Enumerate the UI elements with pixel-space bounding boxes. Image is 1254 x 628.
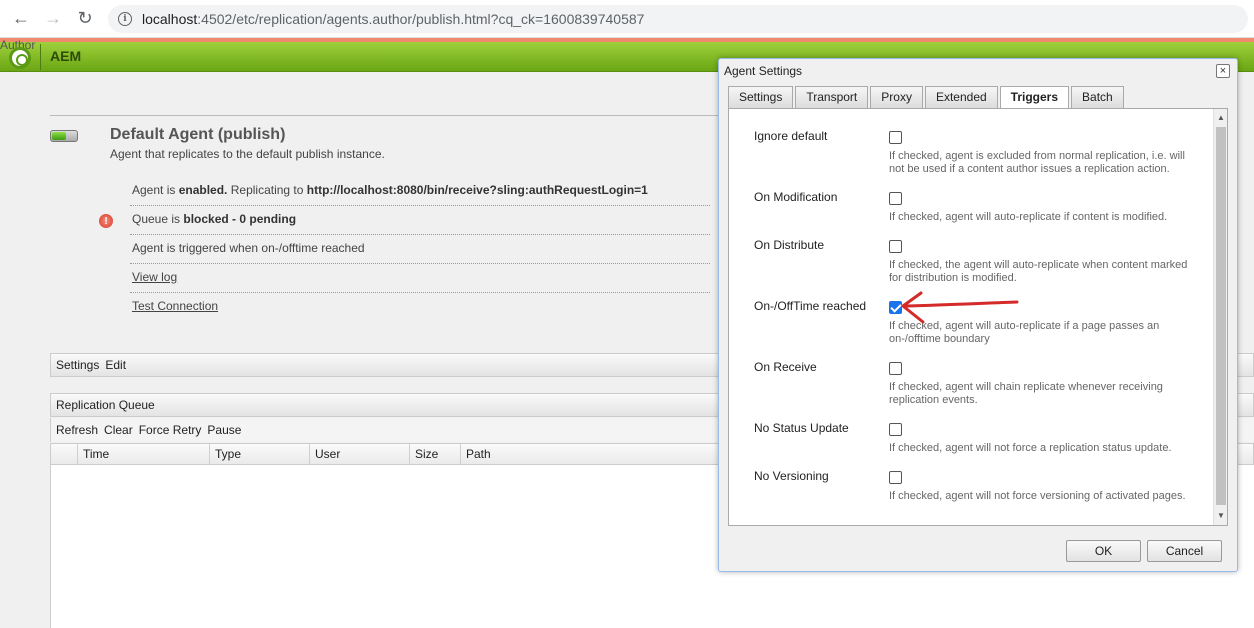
header-divider (40, 44, 41, 70)
field-hint: If checked, agent will chain replicate w… (889, 381, 1163, 406)
test-connection-link[interactable]: Test Connection (132, 299, 218, 313)
address-bar[interactable]: i localhost:4502/etc/replication/agents.… (108, 5, 1248, 33)
pause-button[interactable]: Pause (207, 423, 241, 437)
on-distribute-checkbox[interactable] (889, 240, 902, 253)
arrow-right-icon[interactable]: → (42, 8, 64, 30)
queue-status: Queue is blocked - 0 pending (132, 212, 297, 226)
field-hint: If checked, agent is excluded from norma… (889, 150, 1185, 175)
column-header-time[interactable]: Time (77, 444, 209, 465)
divider (130, 205, 710, 206)
scroll-down-icon[interactable]: ▼ (1217, 511, 1225, 520)
view-log-link[interactable]: View log (132, 270, 177, 284)
tab-triggers[interactable]: Triggers (999, 86, 1070, 109)
column-header-path[interactable]: Path (460, 444, 720, 465)
tab-transport[interactable]: Transport (795, 86, 869, 108)
on-modification-checkbox[interactable] (889, 192, 902, 205)
column-header-user[interactable]: User (309, 444, 409, 465)
reload-icon[interactable]: ↻ (74, 8, 96, 30)
replication-status: Agent is enabled. Replicating to http://… (132, 183, 648, 197)
app-title[interactable]: AEM (50, 48, 81, 64)
field-label: No Status Update (754, 421, 849, 435)
field-hint: If checked, agent will not force a repli… (889, 442, 1172, 454)
browser-toolbar: ← → ↻ i localhost:4502/etc/replication/a… (0, 0, 1254, 38)
field-label: On Receive (754, 360, 817, 374)
vertical-scrollbar[interactable]: ▲ ▼ (1213, 109, 1227, 525)
field-label: On Modification (754, 190, 838, 204)
close-icon[interactable]: × (1216, 64, 1230, 78)
divider (130, 234, 710, 235)
force-retry-button[interactable]: Force Retry (139, 423, 202, 437)
ignore-default-checkbox[interactable] (889, 131, 902, 144)
refresh-button[interactable]: Refresh (56, 423, 98, 437)
divider (130, 263, 710, 264)
scrollbar-thumb[interactable] (1216, 127, 1226, 505)
tab-proxy[interactable]: Proxy (870, 86, 923, 108)
dialog-title: Agent Settings (724, 64, 803, 78)
divider (50, 115, 720, 116)
url-text: localhost:4502/etc/replication/agents.au… (142, 11, 645, 27)
aem-logo-icon[interactable] (9, 47, 31, 69)
field-label: On-/OffTime reached (754, 299, 867, 313)
settings-button[interactable]: Settings (56, 358, 99, 372)
on-receive-checkbox[interactable] (889, 362, 902, 375)
column-header-size[interactable]: Size (409, 444, 460, 465)
field-hint: If checked, agent will not force version… (889, 490, 1186, 502)
field-label: No Versioning (754, 469, 829, 483)
no-status-update-checkbox[interactable] (889, 423, 902, 436)
column-header-type[interactable]: Type (209, 444, 309, 465)
scroll-up-icon[interactable]: ▲ (1217, 113, 1225, 122)
field-hint: If checked, the agent will auto-replicat… (889, 259, 1188, 284)
cancel-button[interactable]: Cancel (1147, 540, 1222, 562)
field-label: On Distribute (754, 238, 825, 252)
page-title: Default Agent (publish) (110, 126, 286, 143)
queue-title: Replication Queue (56, 398, 155, 412)
error-icon: ! (99, 214, 113, 228)
agent-description: Agent that replicates to the default pub… (110, 147, 385, 161)
info-icon[interactable]: i (118, 12, 132, 26)
field-label: Ignore default (754, 129, 828, 143)
tab-extended[interactable]: Extended (924, 86, 998, 108)
annotation-arrow-icon (901, 291, 1019, 324)
arrow-left-icon[interactable]: ← (10, 8, 32, 30)
divider (130, 292, 710, 293)
trigger-status: Agent is triggered when on-/offtime reac… (132, 241, 365, 255)
tab-batch[interactable]: Batch (1071, 86, 1124, 108)
agent-status-toggle-icon (50, 130, 78, 142)
tab-settings[interactable]: Settings (728, 86, 794, 108)
edit-button[interactable]: Edit (105, 358, 126, 372)
ok-button[interactable]: OK (1066, 540, 1141, 562)
dialog-tabs: Settings Transport Proxy Extended Trigge… (728, 86, 1126, 109)
clear-button[interactable]: Clear (104, 423, 133, 437)
field-hint: If checked, agent will auto-replicate if… (889, 211, 1168, 223)
no-versioning-checkbox[interactable] (889, 471, 902, 484)
